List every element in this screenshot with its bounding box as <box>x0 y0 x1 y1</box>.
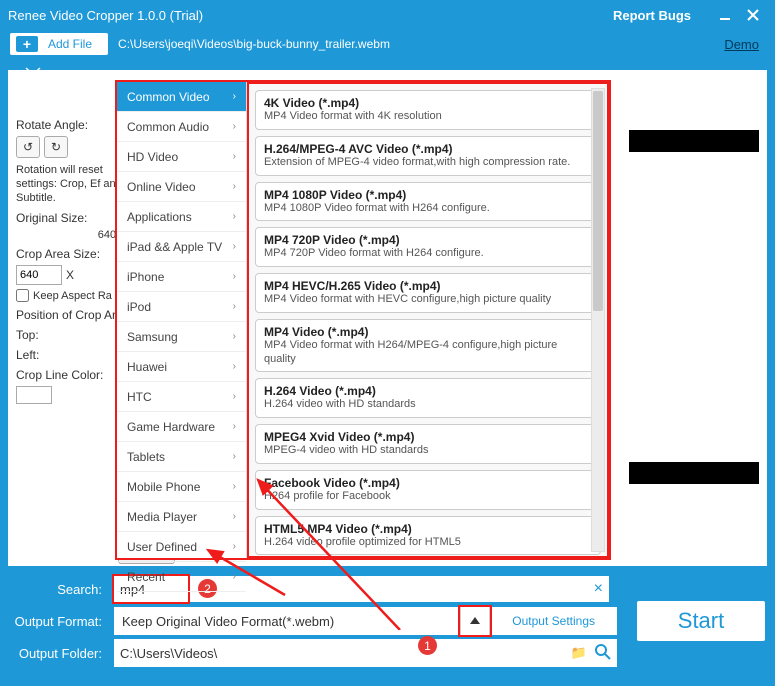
format-item[interactable]: Facebook Video (*.mp4)H264 profile for F… <box>255 470 601 510</box>
category-item[interactable]: Huawei› <box>117 352 246 382</box>
output-folder-value: C:\Users\Videos\ <box>120 646 563 661</box>
category-item[interactable]: Mobile Phone› <box>117 472 246 502</box>
output-settings-link[interactable]: Output Settings <box>490 614 617 628</box>
search-folder-icon[interactable] <box>595 644 611 663</box>
category-item[interactable]: Tablets› <box>117 442 246 472</box>
format-item[interactable]: 4K Video (*.mp4)MP4 Video format with 4K… <box>255 90 601 130</box>
clear-search-icon[interactable]: × <box>594 580 603 598</box>
crop-line-color-swatch[interactable] <box>16 386 52 404</box>
annotation-badge-1: 1 <box>418 636 437 655</box>
format-item[interactable]: MP4 720P Video (*.mp4)MP4 720P Video for… <box>255 227 601 267</box>
category-item[interactable]: User Defined› <box>117 532 246 562</box>
report-bugs-link[interactable]: Report Bugs <box>613 8 691 23</box>
format-popup: Common Video›Common Audio›HD Video›Onlin… <box>115 80 611 560</box>
category-item[interactable]: Online Video› <box>117 172 246 202</box>
format-scrollbar[interactable] <box>591 88 605 552</box>
crop-width-input[interactable] <box>16 265 62 285</box>
category-item[interactable]: iPhone› <box>117 262 246 292</box>
category-item[interactable]: Common Audio› <box>117 112 246 142</box>
category-item[interactable]: HTC› <box>117 382 246 412</box>
output-format-value: Keep Original Video Format(*.webm) <box>114 614 460 629</box>
plus-icon: + <box>16 36 38 52</box>
browse-folder-icon[interactable]: 📁 <box>571 645 587 661</box>
category-item[interactable]: Samsung› <box>117 322 246 352</box>
category-item[interactable]: Applications› <box>117 202 246 232</box>
format-item[interactable]: MP4 Video (*.mp4)MP4 Video format with H… <box>255 319 601 373</box>
output-format-dropdown[interactable] <box>460 607 490 635</box>
output-format-label: Output Format: <box>10 614 108 629</box>
search-label: Search: <box>10 582 108 597</box>
app-title: Renee Video Cropper 1.0.0 (Trial) <box>8 8 613 23</box>
start-button[interactable]: Start <box>637 601 765 641</box>
format-item[interactable]: MP4 HEVC/H.265 Video (*.mp4)MP4 Video fo… <box>255 273 601 313</box>
category-item[interactable]: Media Player› <box>117 502 246 532</box>
minimize-button[interactable] <box>711 1 739 29</box>
demo-link[interactable]: Demo <box>724 37 759 52</box>
category-item[interactable]: Game Hardware› <box>117 412 246 442</box>
keep-aspect-label: Keep Aspect Ra <box>33 290 112 302</box>
close-button[interactable] <box>739 1 767 29</box>
format-item[interactable]: H.264 Video (*.mp4)H.264 video with HD s… <box>255 378 601 418</box>
category-item[interactable]: Common Video› <box>117 82 246 112</box>
category-list: Common Video›Common Audio›HD Video›Onlin… <box>117 82 247 558</box>
video-preview <box>629 130 759 540</box>
format-item[interactable]: MPEG4 Xvid Video (*.mp4)MPEG-4 video wit… <box>255 424 601 464</box>
add-file-button[interactable]: + Add File <box>10 33 108 55</box>
output-folder-field: C:\Users\Videos\ 📁 <box>114 639 617 667</box>
add-file-label: Add File <box>48 37 92 51</box>
crop-x: X <box>66 268 74 282</box>
output-format-field: Keep Original Video Format(*.webm) Outpu… <box>114 607 617 635</box>
format-item[interactable]: HTML5 MP4 Video (*.mp4)H.264 video profi… <box>255 516 601 556</box>
format-item[interactable]: MP4 1080P Video (*.mp4)MP4 1080P Video f… <box>255 182 601 222</box>
category-item[interactable]: iPod› <box>117 292 246 322</box>
category-item[interactable]: HD Video› <box>117 142 246 172</box>
rotate-cw-button[interactable]: ↻ <box>44 136 68 158</box>
format-list: 4K Video (*.mp4)MP4 Video format with 4K… <box>247 82 609 558</box>
category-item[interactable]: Recent› <box>117 562 246 592</box>
output-folder-label: Output Folder: <box>10 646 108 661</box>
format-item[interactable]: H.264/MPEG-4 AVC Video (*.mp4)Extension … <box>255 136 601 176</box>
current-file-path: C:\Users\joeqi\Videos\big-buck-bunny_tra… <box>118 37 714 51</box>
category-item[interactable]: iPad && Apple TV› <box>117 232 246 262</box>
rotate-ccw-button[interactable]: ↺ <box>16 136 40 158</box>
